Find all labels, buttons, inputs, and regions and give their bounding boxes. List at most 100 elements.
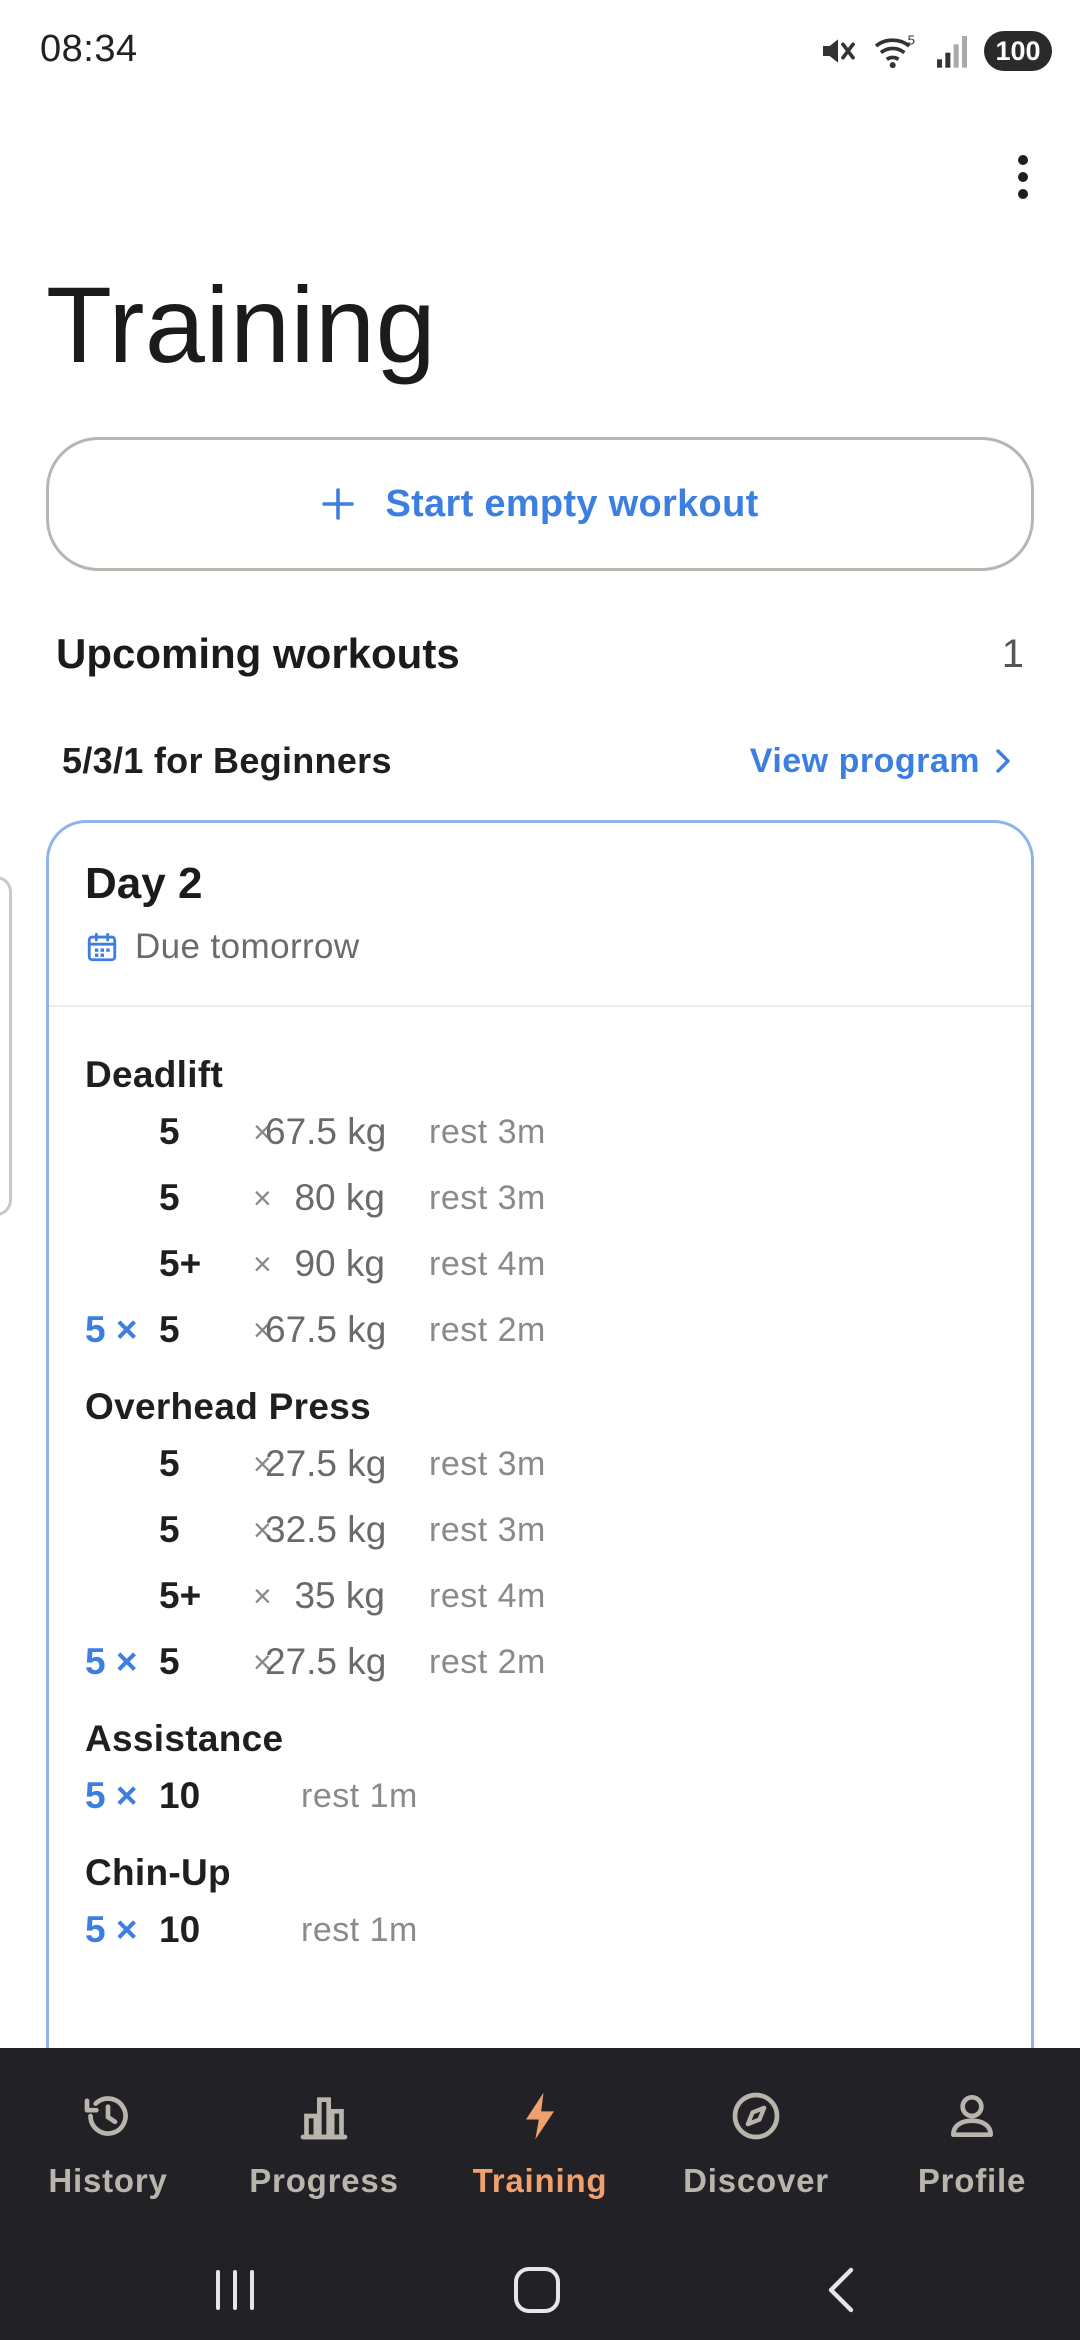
exercise-name: Assistance (85, 1718, 284, 1759)
upcoming-workouts-title: Upcoming workouts (56, 630, 460, 677)
nav-item-history[interactable]: History (0, 2048, 216, 2238)
nav-label: Discover (683, 2162, 829, 2199)
exercise-assistance: Assistance 5 × 10 rest 1m (85, 1715, 1031, 1829)
exercise-overhead-press: Overhead Press 5 × 27.5 kg rest 3m 5 × 3… (85, 1383, 1031, 1695)
set-multiplier: 5 × (85, 1909, 138, 1950)
set-multiplier: 5 × (85, 1309, 138, 1350)
chevron-right-icon (996, 749, 1010, 773)
workout-card[interactable]: Day 2 Due tomorrow Deadlift 5 × 67.5 kg … (46, 820, 1034, 2120)
bottom-navigation: History Progress Training Discover Profi… (0, 2048, 1080, 2238)
bar-chart-icon (300, 2097, 348, 2140)
set-row: 5 × 5 × 27.5 kg rest 2m (85, 1629, 1031, 1695)
back-button[interactable] (796, 2260, 886, 2320)
set-weight: 32.5 kg (265, 1509, 387, 1550)
nav-label: Profile (917, 2162, 1027, 2199)
nav-item-discover[interactable]: Discover (648, 2048, 864, 2238)
set-row: 5+ × 35 kg rest 4m (85, 1563, 1031, 1629)
upcoming-workouts-header: Upcoming workouts 1 (56, 630, 1024, 678)
set-row: 5 × 5 × 67.5 kg rest 2m (85, 1297, 1031, 1363)
nav-item-training[interactable]: Training (432, 2048, 648, 2238)
lightning-icon (526, 2092, 554, 2140)
home-icon (514, 2267, 560, 2313)
set-multiplier: 5 × (85, 1641, 138, 1682)
status-bar: 08:34 5 100 (0, 0, 1080, 100)
nav-label: Training (472, 2162, 608, 2199)
set-rest: rest 2m (429, 1311, 546, 1349)
set-weight: 90 kg (294, 1243, 385, 1284)
nav-label: History (48, 2162, 168, 2199)
exercise-chin-up: Chin-Up 5 × 10 rest 1m (85, 1849, 1031, 1963)
system-navigation-bar (0, 2238, 1080, 2340)
upcoming-workouts-count: 1 (1001, 631, 1024, 676)
more-vertical-icon (1018, 155, 1028, 199)
plus-icon (322, 488, 355, 520)
set-row: 5 × 27.5 kg rest 3m (85, 1431, 1031, 1497)
set-weight: 27.5 kg (265, 1641, 387, 1682)
set-row: 5 × 67.5 kg rest 3m (85, 1099, 1031, 1165)
exercise-deadlift: Deadlift 5 × 67.5 kg rest 3m 5 × 80 kg r… (85, 1051, 1031, 1363)
history-icon (84, 2096, 128, 2136)
recent-apps-icon (216, 2270, 254, 2310)
set-rest: rest 3m (429, 1179, 546, 1217)
exercise-list: Deadlift 5 × 67.5 kg rest 3m 5 × 80 kg r… (49, 1007, 1031, 1963)
set-reps: 5+ (159, 1575, 202, 1616)
home-button[interactable] (492, 2260, 582, 2320)
set-rest: rest 2m (429, 1643, 546, 1681)
set-rest: rest 3m (429, 1113, 546, 1151)
signal-icon (934, 31, 970, 71)
set-row: 5 × 32.5 kg rest 3m (85, 1497, 1031, 1563)
set-weight: 27.5 kg (265, 1443, 387, 1484)
set-rest: rest 1m (301, 1777, 418, 1815)
set-reps: 5 (159, 1177, 180, 1218)
program-row: 5/3/1 for Beginners View program (62, 740, 1012, 782)
view-program-link[interactable]: View program (750, 742, 1012, 781)
calendar-icon (87, 932, 117, 962)
wifi-badge: 5 (908, 32, 915, 47)
exercise-name: Overhead Press (85, 1386, 371, 1427)
nav-item-profile[interactable]: Profile (864, 2048, 1080, 2238)
workout-day-title: Day 2 (85, 859, 203, 908)
back-icon (828, 2267, 854, 2313)
status-icons: 5 100 (818, 28, 1052, 74)
set-rest: rest 4m (429, 1245, 546, 1283)
set-reps: 5 (159, 1443, 180, 1484)
program-name: 5/3/1 for Beginners (62, 740, 392, 781)
set-weight: 35 kg (294, 1575, 385, 1616)
set-reps: 5 (159, 1641, 180, 1682)
set-reps: 5 (159, 1309, 180, 1350)
view-program-label: View program (749, 741, 980, 780)
nav-item-progress[interactable]: Progress (216, 2048, 432, 2238)
set-reps: 10 (159, 1775, 201, 1816)
status-time: 08:34 (40, 28, 138, 70)
set-rest: rest 3m (429, 1511, 546, 1549)
set-row: 5 × 80 kg rest 3m (85, 1165, 1031, 1231)
set-rest: rest 3m (429, 1445, 546, 1483)
exercise-name: Deadlift (85, 1054, 224, 1095)
set-row: 5+ × 90 kg rest 4m (85, 1231, 1031, 1297)
card-header: Day 2 Due tomorrow (49, 823, 1031, 1007)
set-weight: 67.5 kg (265, 1309, 387, 1350)
set-reps: 5+ (159, 1243, 202, 1284)
more-options-button[interactable] (988, 142, 1058, 212)
training-screen: 08:34 5 100 Training Start empty workout… (0, 0, 1080, 2340)
set-row: 5 × 10 rest 1m (85, 1763, 1031, 1829)
set-multiplier: 5 × (85, 1775, 138, 1816)
page-title: Training (46, 264, 437, 385)
recent-apps-button[interactable] (190, 2260, 280, 2320)
set-reps: 10 (159, 1909, 201, 1950)
mute-icon (818, 31, 858, 71)
exercise-name: Chin-Up (85, 1852, 231, 1893)
set-rest: rest 4m (429, 1577, 546, 1615)
due-row: Due tomorrow (85, 927, 1031, 967)
compass-icon (732, 2092, 780, 2140)
wifi-icon: 5 (872, 31, 920, 71)
set-reps: 5 (159, 1111, 180, 1152)
start-empty-workout-button[interactable]: Start empty workout (46, 437, 1034, 571)
set-reps: 5 (159, 1509, 180, 1550)
previous-card-peek[interactable] (0, 876, 12, 1216)
person-icon (951, 2095, 993, 2137)
set-rest: rest 1m (301, 1911, 418, 1949)
set-weight: 80 kg (294, 1177, 385, 1218)
nav-label: Progress (249, 2162, 399, 2199)
due-text: Due tomorrow (135, 927, 360, 966)
